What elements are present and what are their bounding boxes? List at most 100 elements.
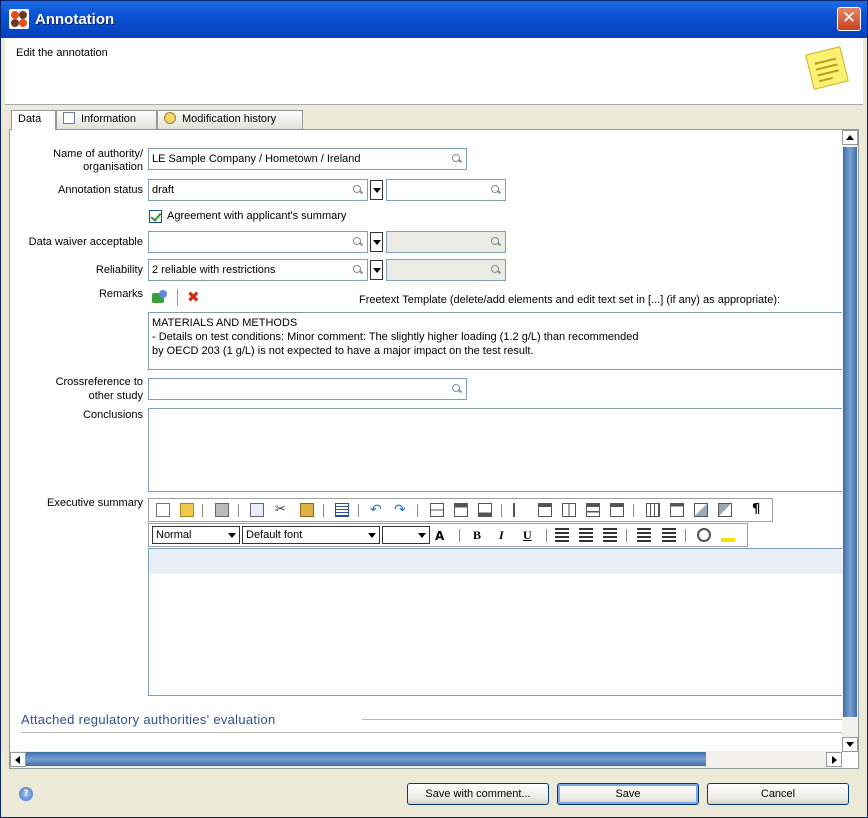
paste-icon[interactable] bbox=[300, 503, 314, 517]
remarks-label: Remarks bbox=[98, 288, 143, 300]
search-icon[interactable] bbox=[452, 384, 462, 394]
agreement-checkbox[interactable] bbox=[149, 210, 162, 223]
underline-button[interactable]: U bbox=[523, 528, 532, 543]
sticky-note-icon bbox=[805, 46, 849, 90]
search-icon[interactable] bbox=[353, 265, 363, 275]
status-label: Annotation status bbox=[57, 184, 143, 196]
delete-icon[interactable]: ✖ bbox=[187, 290, 201, 305]
crossref-field[interactable] bbox=[148, 378, 467, 400]
find-replace-icon[interactable] bbox=[697, 528, 711, 542]
image-icon[interactable] bbox=[694, 503, 708, 517]
new-document-icon[interactable] bbox=[156, 503, 170, 517]
bold-button[interactable]: B bbox=[473, 528, 481, 543]
search-icon[interactable] bbox=[452, 154, 462, 164]
exec-summary-label: Executive summary bbox=[47, 497, 143, 509]
dialog-footer: ? Save with comment... Save Cancel bbox=[1, 771, 867, 817]
reliability-field[interactable]: 2 reliable with restrictions bbox=[148, 259, 368, 281]
authority-field[interactable]: LE Sample Company / Hometown / Ireland bbox=[148, 148, 467, 170]
waiver-dropdown-button[interactable] bbox=[370, 232, 383, 252]
crossref-label-2: other study bbox=[88, 390, 143, 402]
open-folder-icon[interactable] bbox=[180, 503, 194, 517]
paragraph-style-select[interactable]: Normal bbox=[152, 526, 240, 544]
split-cell-icon[interactable] bbox=[562, 503, 576, 517]
tab-information[interactable]: Information bbox=[56, 110, 157, 129]
merge-cells-icon[interactable] bbox=[586, 503, 600, 517]
horizontal-scroll-thumb[interactable] bbox=[26, 752, 706, 766]
annotation-dialog: Annotation ✕ Edit the annotation Data In… bbox=[0, 0, 868, 818]
waiver-extra-field bbox=[386, 231, 506, 253]
scroll-up-button[interactable] bbox=[842, 130, 858, 145]
help-icon[interactable]: ? bbox=[19, 787, 33, 801]
history-icon bbox=[164, 112, 176, 124]
add-template-icon[interactable] bbox=[152, 290, 168, 304]
align-center-icon[interactable] bbox=[579, 528, 593, 542]
table-grid-icon[interactable] bbox=[646, 503, 660, 517]
redo-icon[interactable]: ↷ bbox=[394, 503, 408, 517]
section-box-top bbox=[21, 732, 846, 733]
tab-modification-history[interactable]: Modification history bbox=[157, 110, 303, 129]
indent-icon[interactable] bbox=[513, 503, 527, 517]
remarks-separator bbox=[177, 289, 178, 306]
header-subtitle: Edit the annotation bbox=[16, 47, 108, 59]
font-size-adjust-icon[interactable]: A bbox=[435, 528, 449, 543]
horizontal-scrollbar[interactable] bbox=[10, 751, 842, 768]
insert-row-below-icon[interactable] bbox=[454, 503, 468, 517]
bullet-list-icon[interactable] bbox=[662, 528, 676, 542]
remarks-line: MATERIALS AND METHODS bbox=[152, 317, 298, 329]
align-right-icon[interactable] bbox=[603, 528, 617, 542]
print-icon[interactable] bbox=[215, 503, 229, 517]
search-icon[interactable] bbox=[491, 185, 501, 195]
scroll-down-button[interactable] bbox=[842, 737, 858, 752]
reliability-extra-field bbox=[386, 259, 506, 281]
save-button[interactable]: Save bbox=[557, 783, 699, 805]
toolbar-separator bbox=[238, 504, 239, 517]
insert-column-icon[interactable] bbox=[538, 503, 552, 517]
tab-data-label: Data bbox=[18, 113, 42, 125]
undo-icon[interactable]: ↶ bbox=[370, 503, 384, 517]
delete-column-icon[interactable] bbox=[610, 503, 624, 517]
close-button[interactable]: ✕ bbox=[837, 7, 861, 31]
highlight-icon[interactable] bbox=[721, 528, 735, 542]
conclusions-textarea[interactable] bbox=[148, 408, 845, 492]
tab-history-label: Modification history bbox=[182, 113, 277, 125]
delete-row-icon[interactable] bbox=[478, 503, 492, 517]
font-select[interactable]: Default font bbox=[242, 526, 380, 544]
status-dropdown-button[interactable] bbox=[370, 180, 383, 200]
editor-toolbar-2: Normal Default font A B I U bbox=[148, 523, 748, 547]
numbered-list-icon[interactable] bbox=[637, 528, 651, 542]
image-properties-icon[interactable] bbox=[718, 503, 732, 517]
toolbar-separator bbox=[417, 504, 418, 517]
table-properties-icon[interactable] bbox=[670, 503, 684, 517]
toolbar-separator bbox=[323, 504, 324, 517]
vertical-scroll-thumb[interactable] bbox=[843, 147, 857, 717]
font-size-select[interactable] bbox=[382, 526, 430, 544]
reliability-dropdown-button[interactable] bbox=[370, 260, 383, 280]
conclusions-label: Conclusions bbox=[83, 409, 143, 421]
toolbar-separator bbox=[202, 504, 203, 517]
insert-row-above-icon[interactable] bbox=[430, 503, 444, 517]
search-icon[interactable] bbox=[353, 237, 363, 247]
vertical-scrollbar[interactable] bbox=[842, 130, 858, 752]
scroll-left-button[interactable] bbox=[10, 752, 26, 767]
tab-data[interactable]: Data bbox=[11, 110, 56, 130]
pilcrow-icon[interactable]: ¶ bbox=[752, 503, 766, 517]
status-extra-field[interactable] bbox=[386, 179, 506, 201]
status-value: draft bbox=[152, 184, 175, 196]
reliability-label: Reliability bbox=[95, 264, 143, 276]
attached-evaluation-title: Attached regulatory authorities' evaluat… bbox=[21, 712, 276, 727]
scroll-right-button[interactable] bbox=[826, 752, 842, 767]
save-with-comment-button[interactable]: Save with comment... bbox=[407, 783, 549, 805]
align-left-icon[interactable] bbox=[555, 528, 569, 542]
search-icon[interactable] bbox=[353, 185, 363, 195]
remarks-textarea[interactable]: MATERIALS AND METHODS - Details on test … bbox=[148, 312, 845, 370]
insert-table-icon[interactable] bbox=[335, 503, 349, 517]
italic-button[interactable]: I bbox=[499, 528, 504, 543]
cut-icon[interactable]: ✂ bbox=[275, 503, 289, 517]
title-bar[interactable]: Annotation ✕ bbox=[1, 1, 867, 38]
waiver-field[interactable] bbox=[148, 231, 368, 253]
window-title: Annotation bbox=[35, 11, 115, 28]
copy-icon[interactable] bbox=[250, 503, 264, 517]
cancel-button[interactable]: Cancel bbox=[707, 783, 849, 805]
executive-summary-editor[interactable] bbox=[148, 548, 845, 696]
status-field[interactable]: draft bbox=[148, 179, 368, 201]
